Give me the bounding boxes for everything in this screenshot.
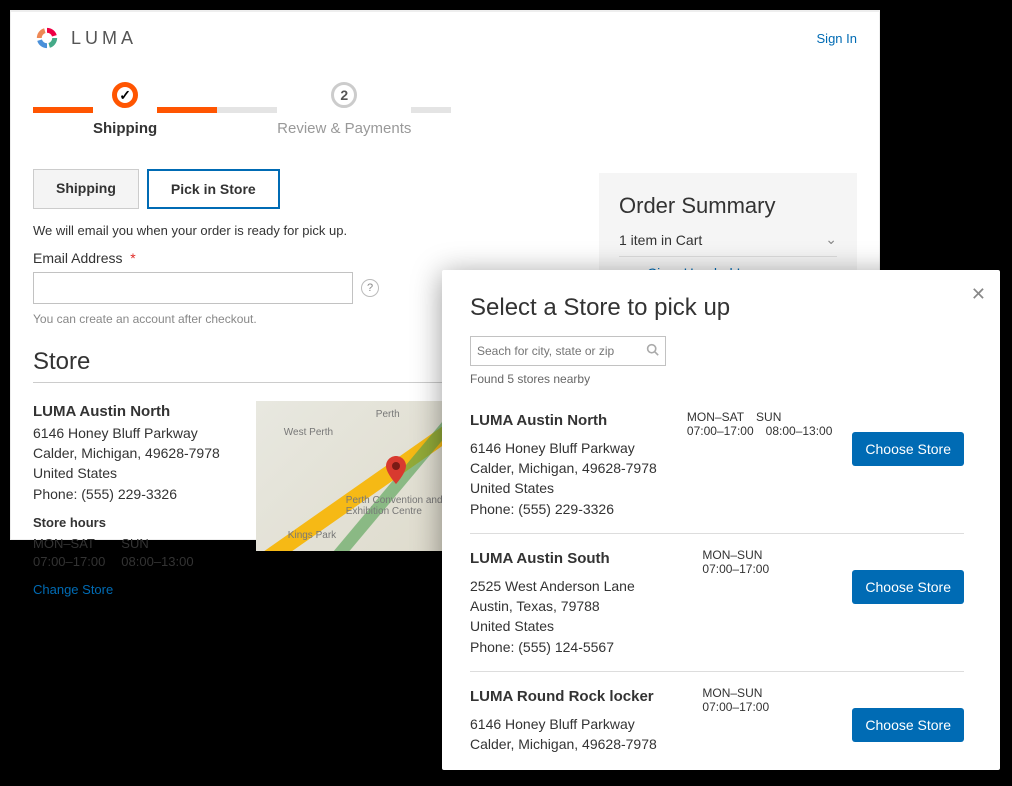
store-street: 6146 Honey Bluff Parkway xyxy=(470,714,682,734)
progress-line xyxy=(157,107,217,113)
map-label-conv: Perth Convention and Exhibition Centre xyxy=(346,495,456,517)
store-picker-modal: ✕ Select a Store to pick up Found 5 stor… xyxy=(442,270,1000,770)
hours-val-1: 07:00–17:00 xyxy=(702,562,769,576)
store-country: United States xyxy=(470,754,682,756)
search-icon[interactable] xyxy=(646,343,659,359)
map-label-perth: Perth xyxy=(376,409,400,420)
step-shipping-circle: ✓ xyxy=(112,82,138,108)
map-label-kings: Kings Park xyxy=(288,530,336,541)
check-icon: ✓ xyxy=(119,87,131,104)
store-name: LUMA Austin South xyxy=(470,548,682,570)
store-city: Calder, Michigan, 49628-7978 xyxy=(470,458,667,478)
hours-val-2: 08:00–13:00 xyxy=(766,424,833,438)
store-city: Calder, Michigan, 49628-7978 xyxy=(470,734,682,754)
sign-in-link[interactable]: Sign In xyxy=(817,31,857,46)
hours-days-1: MON–SAT xyxy=(687,410,744,424)
order-summary-toggle[interactable]: 1 item in Cart ⌄ xyxy=(619,231,837,257)
hours-monsat-val: 07:00–17:00 xyxy=(33,553,105,571)
change-store-link[interactable]: Change Store xyxy=(33,581,113,600)
store-phone: Phone: (555) 229-3326 xyxy=(470,499,667,519)
store-search-input[interactable] xyxy=(471,337,641,365)
step-shipping-label: Shipping xyxy=(93,120,157,137)
email-label: Email Address * xyxy=(33,250,569,266)
choose-store-button[interactable]: Choose Store xyxy=(852,708,964,742)
email-label-text: Email Address xyxy=(33,250,122,266)
cart-count-label: 1 item in Cart xyxy=(619,232,702,248)
map-label-west: West Perth xyxy=(284,427,333,438)
hours-days-1: MON–SUN xyxy=(702,686,762,700)
store-country: United States xyxy=(33,463,220,483)
store-street: 6146 Honey Bluff Parkway xyxy=(33,423,220,443)
store-name: LUMA Round Rock locker xyxy=(470,686,682,708)
progress-line xyxy=(33,107,93,113)
pickup-notice: We will email you when your order is rea… xyxy=(33,223,569,238)
store-item: LUMA Round Rock locker 6146 Honey Bluff … xyxy=(470,672,964,756)
choose-store-button[interactable]: Choose Store xyxy=(852,570,964,604)
map-pin-icon xyxy=(386,456,406,490)
store-name: LUMA Austin North xyxy=(33,401,220,423)
store-city: Austin, Texas, 79788 xyxy=(470,596,682,616)
store-item: LUMA Austin South 2525 West Anderson Lan… xyxy=(470,534,964,672)
selected-store-details: LUMA Austin North 6146 Honey Bluff Parkw… xyxy=(33,401,220,600)
hours-sun-val: 08:00–13:00 xyxy=(121,553,193,571)
hours-val-1: 07:00–17:00 xyxy=(702,700,769,714)
hours-sun-label: SUN xyxy=(121,535,193,553)
brand-logo[interactable]: LUMA xyxy=(33,24,137,52)
order-summary: Order Summary 1 item in Cart ⌄ Circe Hoo… xyxy=(599,173,857,273)
delivery-tabs: Shipping Pick in Store xyxy=(33,169,569,209)
modal-title: Select a Store to pick up xyxy=(470,294,972,322)
store-city: Calder, Michigan, 49628-7978 xyxy=(33,443,220,463)
checkout-progress: ✓ Shipping 2 Review & Payments xyxy=(11,62,879,147)
chevron-down-icon: ⌄ xyxy=(825,231,837,248)
found-stores-text: Found 5 stores nearby xyxy=(470,372,972,386)
store-street: 2525 West Anderson Lane xyxy=(470,576,682,596)
tab-shipping[interactable]: Shipping xyxy=(33,169,139,209)
required-asterisk: * xyxy=(130,250,135,266)
store-phone: Phone: (555) 124-5567 xyxy=(470,637,682,657)
choose-store-button[interactable]: Choose Store xyxy=(852,432,964,466)
hours-days-2: SUN xyxy=(756,410,781,424)
email-field[interactable] xyxy=(33,272,353,304)
close-icon[interactable]: ✕ xyxy=(971,284,986,305)
brand-name: LUMA xyxy=(71,28,137,49)
store-hours-heading: Store hours xyxy=(33,514,220,533)
store-item: LUMA Austin North 6146 Honey Bluff Parkw… xyxy=(470,396,964,534)
hours-monsat-label: MON–SAT xyxy=(33,535,105,553)
step-review-label: Review & Payments xyxy=(277,120,411,137)
store-street: 6146 Honey Bluff Parkway xyxy=(470,438,667,458)
order-summary-title: Order Summary xyxy=(619,193,837,219)
progress-line-inactive xyxy=(411,107,451,113)
progress-line-inactive xyxy=(217,107,277,113)
tab-pick-in-store[interactable]: Pick in Store xyxy=(147,169,280,209)
store-country: United States xyxy=(470,616,682,636)
help-icon[interactable]: ? xyxy=(361,279,379,297)
store-name: LUMA Austin North xyxy=(470,410,667,432)
luma-logo-icon xyxy=(33,24,61,52)
store-country: United States xyxy=(470,478,667,498)
store-phone: Phone: (555) 229-3326 xyxy=(33,484,220,504)
store-search-wrapper xyxy=(470,336,666,366)
store-list[interactable]: LUMA Austin North 6146 Honey Bluff Parkw… xyxy=(470,396,972,756)
hours-days-1: MON–SUN xyxy=(702,548,762,562)
hours-val-1: 07:00–17:00 xyxy=(687,424,754,438)
page-header: LUMA Sign In xyxy=(11,11,879,62)
step-review-circle: 2 xyxy=(331,82,357,108)
